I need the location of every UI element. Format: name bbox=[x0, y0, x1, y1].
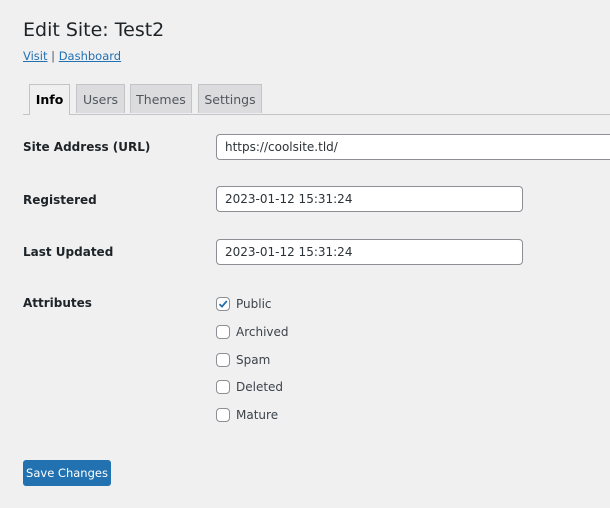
deleted-label: Deleted bbox=[236, 380, 284, 394]
dashboard-link[interactable]: Dashboard bbox=[59, 49, 121, 63]
tab-info[interactable]: Info bbox=[29, 84, 70, 115]
spam-label: Spam bbox=[236, 353, 271, 367]
last-updated-input[interactable]: 2023-01-12 15:31:24 bbox=[216, 239, 523, 265]
site-address-input[interactable]: https://coolsite.tld/ bbox=[216, 134, 610, 160]
tab-users[interactable]: Users bbox=[76, 84, 125, 113]
last-updated-label: Last Updated bbox=[23, 245, 114, 259]
public-label: Public bbox=[236, 297, 272, 311]
checkmark-icon bbox=[218, 300, 228, 308]
tab-themes[interactable]: Themes bbox=[130, 84, 192, 113]
mature-label: Mature bbox=[236, 408, 279, 422]
site-links: Visit | Dashboard bbox=[23, 49, 121, 63]
mature-checkbox[interactable] bbox=[216, 408, 230, 422]
spam-checkbox[interactable] bbox=[216, 353, 230, 367]
deleted-checkbox[interactable] bbox=[216, 380, 230, 394]
tab-divider bbox=[23, 114, 610, 115]
separator: | bbox=[51, 49, 56, 63]
public-checkbox[interactable] bbox=[216, 297, 230, 311]
page-title: Edit Site: Test2 bbox=[23, 19, 165, 41]
registered-label: Registered bbox=[23, 193, 97, 207]
attributes-label: Attributes bbox=[23, 296, 92, 310]
archived-label: Archived bbox=[236, 325, 289, 339]
registered-input[interactable]: 2023-01-12 15:31:24 bbox=[216, 186, 523, 212]
archived-checkbox[interactable] bbox=[216, 325, 230, 339]
tab-settings[interactable]: Settings bbox=[198, 84, 262, 113]
save-changes-button[interactable]: Save Changes bbox=[23, 460, 111, 486]
visit-link[interactable]: Visit bbox=[23, 49, 48, 63]
site-address-label: Site Address (URL) bbox=[23, 140, 151, 154]
